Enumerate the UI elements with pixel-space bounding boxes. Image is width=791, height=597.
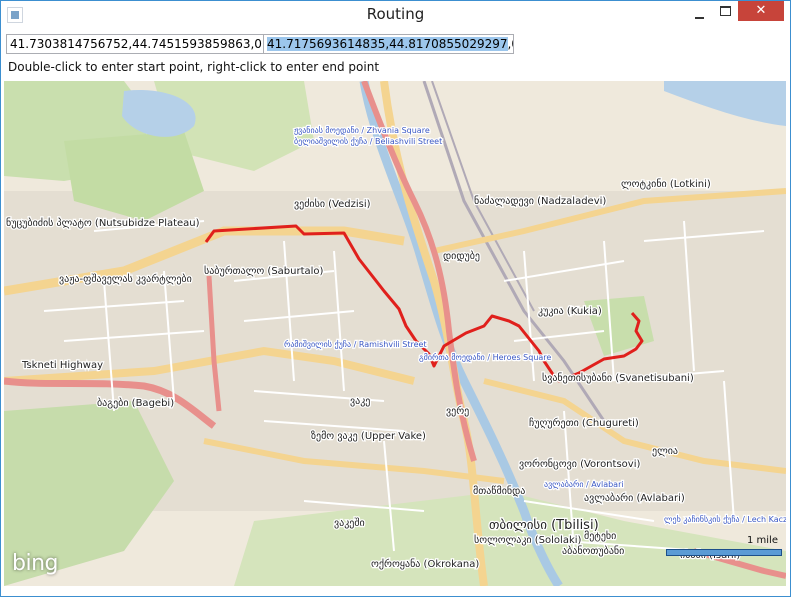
minimize-button[interactable] bbox=[686, 1, 712, 21]
map-label: ჟვანიას მოედანი / Zhvania Square bbox=[294, 125, 430, 135]
scale-label: 1 mile bbox=[747, 535, 778, 546]
map-view[interactable]: ნუცუბიძის პლატო (Nutsubidze Plateau) ვეძ… bbox=[4, 81, 786, 586]
map-label: ვაჟა-ფშაველას კვარტლები bbox=[59, 273, 192, 285]
map-label: ნაძალადევი (Nadzaladevi) bbox=[474, 195, 606, 207]
close-icon: ✕ bbox=[755, 3, 767, 18]
minimize-icon bbox=[694, 17, 704, 19]
map-label: მეტეხი bbox=[584, 530, 616, 542]
map-label: სვანეთისუბანი (Svanetisubani) bbox=[542, 372, 694, 384]
scale-bar: 1 mile bbox=[666, 535, 782, 565]
maximize-icon bbox=[719, 6, 731, 16]
title-bar[interactable]: Routing ✕ bbox=[1, 1, 790, 28]
map-label: ვერე bbox=[446, 405, 469, 417]
map-label: ბელიაშვილის ქუჩა / Beliashvili Street bbox=[294, 136, 442, 146]
map-label: ვაკეში bbox=[334, 517, 365, 529]
routing-window: Routing ✕ 41.7303814756752,44.7451593859… bbox=[0, 0, 791, 597]
window-title: Routing bbox=[366, 5, 425, 23]
bing-logo: bing bbox=[12, 551, 59, 576]
maximize-button[interactable] bbox=[712, 1, 738, 21]
map-label: ლოტკინი (Lotkini) bbox=[621, 178, 711, 190]
map-label: კუკია (Kukia) bbox=[538, 306, 602, 317]
map-label: Tskneti Highway bbox=[21, 360, 103, 371]
end-point-input[interactable]: 41.7175693614835,44.8170855029297,0 bbox=[263, 34, 514, 54]
map-label: ლეხ კაჩინსკის ქუჩა / Lech Kaczyński bbox=[664, 514, 786, 524]
map-label: თბილისი (Tbilisi) bbox=[489, 518, 599, 533]
map-label: რამიშვილის ქუჩა / Ramishvili Street bbox=[284, 339, 427, 349]
map-label: ავლაბარი / Avlabari bbox=[544, 479, 624, 489]
map-label: გმირთა მოედანი / Heroes Square bbox=[419, 352, 551, 362]
map-canvas[interactable]: ნუცუბიძის პლატო (Nutsubidze Plateau) ვეძ… bbox=[4, 81, 786, 586]
end-point-selected-text: 41.7175693614835,44.8170855029297 bbox=[267, 37, 508, 51]
map-label: სოლოლაკი (Sololaki) bbox=[474, 534, 582, 546]
map-label: ჩუღურეთი (Chugureti) bbox=[529, 417, 639, 429]
end-point-rest-text: ,0 bbox=[507, 37, 514, 51]
map-label: საბურთალო (Saburtalo) bbox=[204, 265, 324, 277]
map-label: აბანოთუბანი bbox=[562, 545, 624, 557]
map-label: ვორონცოვი (Vorontsovi) bbox=[519, 458, 640, 470]
map-label: ვაკე bbox=[350, 396, 370, 407]
close-button[interactable]: ✕ bbox=[738, 1, 784, 21]
map-label: ოქროყანა (Okrokana) bbox=[371, 558, 479, 570]
scale-bar-line bbox=[666, 549, 782, 556]
map-label: ზემო ვაკე (Upper Vake) bbox=[311, 430, 426, 442]
map-label: ავლაბარი (Avlabari) bbox=[584, 492, 685, 504]
instruction-text: Double-click to enter start point, right… bbox=[8, 60, 380, 74]
start-point-value: 41.7303814756752,44.7451593859863,0 bbox=[10, 37, 262, 51]
start-point-input[interactable]: 41.7303814756752,44.7451593859863,0 bbox=[6, 34, 264, 54]
map-label: დიდუბე bbox=[443, 250, 480, 262]
map-label: მთაწმინდა bbox=[473, 485, 525, 497]
map-label: ბაგები (Bagebi) bbox=[97, 397, 174, 409]
map-label: ვეძისი (Vedzisi) bbox=[294, 198, 371, 210]
map-label: ნუცუბიძის პლატო (Nutsubidze Plateau) bbox=[6, 217, 200, 229]
map-label: ელია bbox=[652, 446, 678, 457]
